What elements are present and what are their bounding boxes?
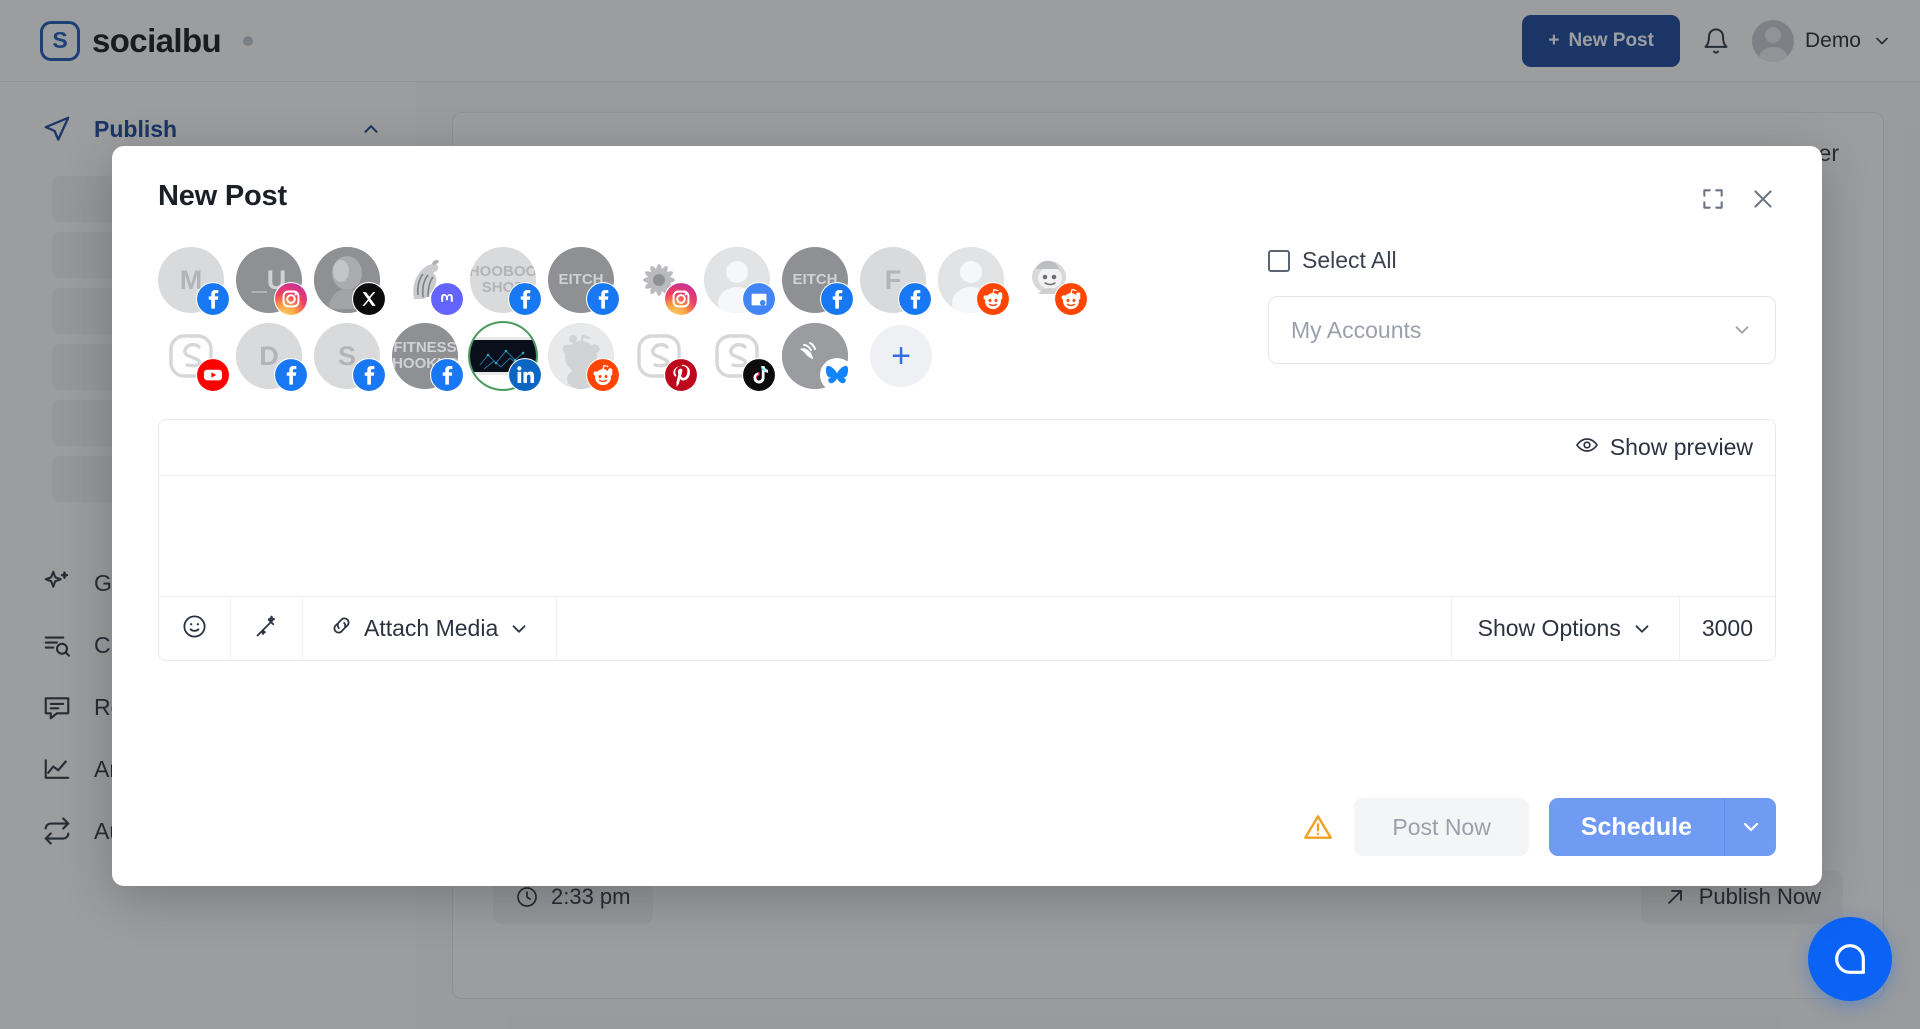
account-avatar-instagram-u[interactable]: _U (236, 247, 308, 316)
account-selector: M _U HOOBOO SHOP EITCH EITCH F D S FITNE… (158, 247, 1228, 392)
account-avatar-facebook-f[interactable]: F (860, 247, 932, 316)
link-icon (329, 613, 354, 644)
eye-icon (1575, 433, 1599, 463)
linkedin-icon (508, 358, 542, 392)
modal-header: New Post (158, 180, 1776, 213)
mastodon-icon (430, 282, 464, 316)
emoji-button[interactable] (159, 597, 231, 660)
reddit-icon (976, 282, 1010, 316)
account-avatar-facebook-m[interactable]: M (158, 247, 230, 316)
facebook-icon (586, 282, 620, 316)
account-avatar-instagram-flower[interactable] (626, 247, 698, 316)
page-title: New Post (158, 180, 287, 212)
character-counter: 3000 (1678, 597, 1775, 660)
account-avatar-facebook-eitch-2[interactable]: EITCH (782, 247, 854, 316)
post-composer: Show preview Attach Media Show Options 3… (158, 419, 1776, 661)
post-text-input[interactable] (159, 476, 1775, 596)
show-preview-label: Show preview (1609, 434, 1753, 460)
instagram-icon (274, 282, 308, 316)
account-avatar-reddit-astronaut[interactable] (1016, 247, 1088, 316)
chevron-down-icon (1735, 326, 1749, 334)
new-post-modal: New Post M _U HOOBOO SHOP EITCH EITCH F … (112, 146, 1822, 886)
reddit-icon (1054, 282, 1088, 316)
select-all-row[interactable]: Select All (1268, 247, 1776, 274)
post-now-button[interactable]: Post Now (1354, 798, 1529, 856)
account-avatar-mastodon-zebra[interactable] (392, 247, 464, 316)
google-business-icon (742, 282, 776, 316)
account-avatar-facebook-fitness[interactable]: FITNESS HOOKUP (392, 323, 464, 392)
account-avatar-reddit-snoo[interactable] (548, 323, 620, 392)
show-preview-button[interactable]: Show preview (1575, 433, 1753, 463)
schedule-dropdown-button[interactable] (1724, 798, 1776, 856)
account-avatar-facebook-eitch-1[interactable]: EITCH (548, 247, 620, 316)
emoji-icon (181, 613, 208, 645)
account-avatar-facebook-s[interactable]: S (314, 323, 386, 392)
pinterest-icon (664, 358, 698, 392)
account-avatar-reddit-person[interactable] (938, 247, 1010, 316)
chevron-down-icon (1743, 822, 1758, 832)
account-avatar-tiktok[interactable] (704, 323, 776, 392)
account-row: D S FITNESS HOOKUP + (158, 323, 1228, 392)
account-avatar-x[interactable] (314, 247, 386, 316)
facebook-icon (274, 358, 308, 392)
chat-bubble-icon[interactable] (1808, 917, 1892, 1001)
modal-body: M _U HOOBOO SHOP EITCH EITCH F D S FITNE… (158, 247, 1776, 392)
magic-wand-icon (253, 613, 280, 645)
account-avatar-google-business[interactable] (704, 247, 776, 316)
select-all-checkbox[interactable] (1268, 249, 1290, 272)
facebook-icon (820, 282, 854, 316)
facebook-icon (898, 282, 932, 316)
accounts-dropdown-value: My Accounts (1291, 316, 1422, 343)
show-options-button[interactable]: Show Options (1450, 597, 1679, 660)
bluesky-icon (820, 358, 854, 392)
warning-triangle-icon (1302, 811, 1334, 843)
select-all-label: Select All (1302, 247, 1397, 273)
facebook-icon (508, 282, 542, 316)
modal-header-actions (1700, 180, 1776, 212)
attach-media-label: Attach Media (364, 615, 499, 641)
composer-toolbar-top: Show preview (159, 420, 1775, 476)
account-rows: M _U HOOBOO SHOP EITCH EITCH F D S FITNE… (158, 247, 1228, 392)
account-avatar-bluesky[interactable] (782, 323, 854, 392)
account-avatar-pinterest[interactable] (626, 323, 698, 392)
reddit-icon (586, 358, 620, 392)
ai-assist-button[interactable] (231, 597, 303, 660)
add-account-button[interactable]: + (870, 325, 932, 387)
tiktok-icon (742, 358, 776, 392)
facebook-icon (196, 282, 230, 316)
account-avatar-youtube[interactable] (158, 323, 230, 392)
instagram-icon (664, 282, 698, 316)
account-avatar-linkedin[interactable] (470, 323, 542, 392)
facebook-icon (352, 358, 386, 392)
x-twitter-icon (352, 282, 386, 316)
schedule-button-group: Schedule (1548, 798, 1776, 856)
modal-footer: Post Now Schedule (158, 772, 1776, 856)
chevron-down-icon (512, 624, 526, 633)
account-row: M _U HOOBOO SHOP EITCH EITCH F (158, 247, 1228, 316)
facebook-icon (430, 358, 464, 392)
chevron-down-icon (1635, 624, 1649, 633)
close-icon[interactable] (1750, 186, 1776, 212)
composer-toolbar-bottom: Attach Media Show Options 3000 (159, 596, 1775, 660)
schedule-button[interactable]: Schedule (1548, 798, 1724, 856)
accounts-filter-column: Select All My Accounts (1268, 247, 1776, 389)
expand-icon[interactable] (1700, 186, 1726, 212)
account-avatar-facebook-d[interactable]: D (236, 323, 308, 392)
account-avatar-facebook-hooboo[interactable]: HOOBOO SHOP (470, 247, 542, 316)
youtube-icon (196, 358, 230, 392)
attach-media-button[interactable]: Attach Media (303, 597, 558, 660)
accounts-dropdown[interactable]: My Accounts (1268, 296, 1776, 364)
character-count-value: 3000 (1701, 615, 1753, 641)
show-options-label: Show Options (1477, 615, 1621, 641)
